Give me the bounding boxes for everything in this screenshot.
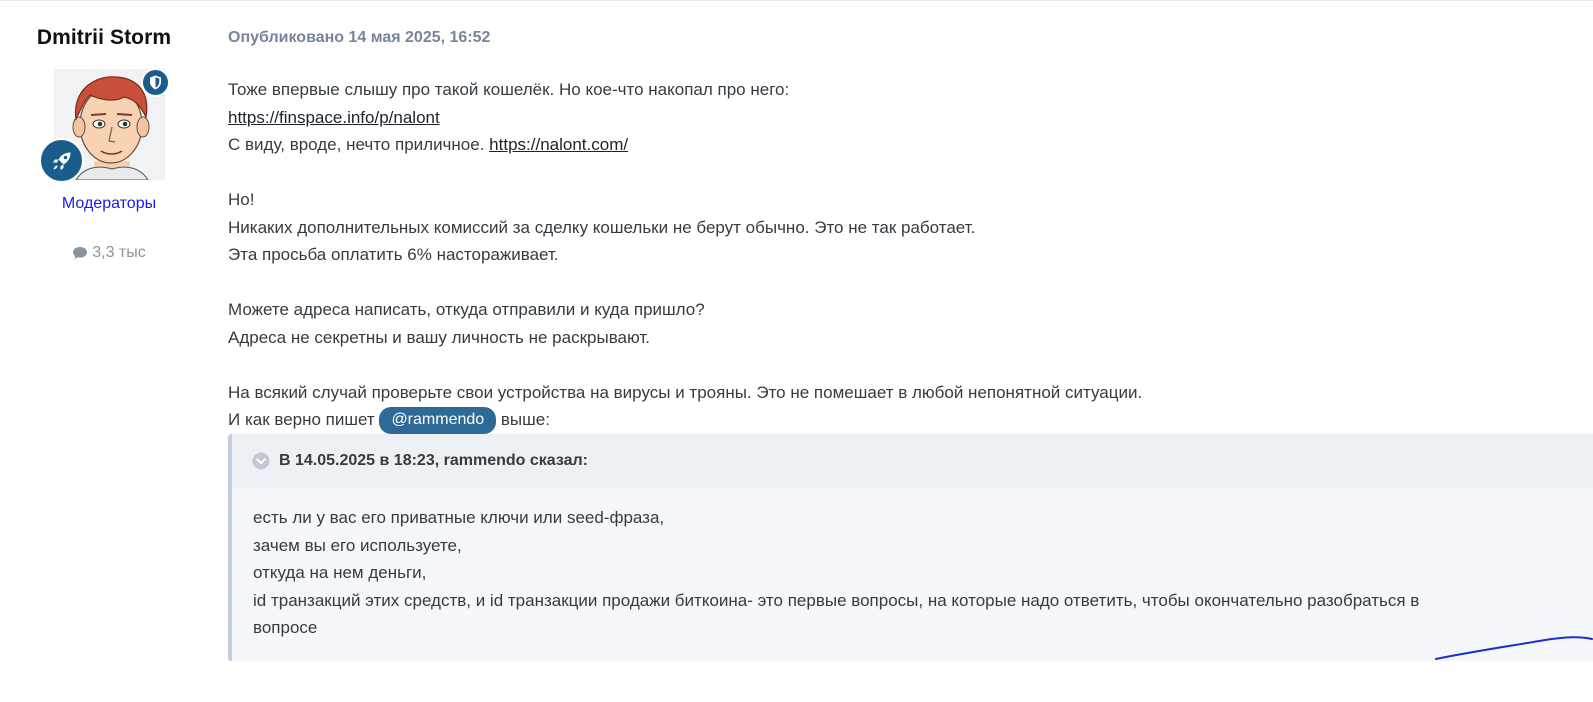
finspace-link[interactable]: https://finspace.info/p/nalont <box>228 108 440 127</box>
post-paragraph: Тоже впервые слышу про такой кошелёк. Но… <box>228 80 790 99</box>
quote-line: есть ли у вас его приватные ключи или se… <box>253 508 665 527</box>
quote-attribution: В 14.05.2025 в 18:23, rammendo сказал: <box>279 452 588 469</box>
chevron-down-circle-icon[interactable] <box>252 452 270 470</box>
post-count-value: 3,3 тыс <box>92 244 146 261</box>
rank-rocket-badge[interactable] <box>39 138 84 183</box>
nalont-link[interactable]: https://nalont.com/ <box>489 135 628 154</box>
post-paragraph: На всякий случай проверьте свои устройст… <box>228 382 1143 402</box>
moderator-shield-badge[interactable] <box>141 68 170 97</box>
quote-content: есть ли у вас его приватные ключи или se… <box>232 488 1593 642</box>
pen-scribble-mark <box>1435 636 1593 660</box>
quote-line: откуда на нем деньги, <box>253 563 427 582</box>
top-divider <box>0 0 1593 1</box>
comment-icon <box>73 247 88 259</box>
rocket-icon <box>52 152 70 170</box>
author-name[interactable]: Dmitrii Storm <box>0 26 208 50</box>
post-paragraph: Но! <box>228 190 255 209</box>
quote-line: вопросе <box>253 618 318 637</box>
post-paragraph: Адреса не секретны и вашу личность не ра… <box>228 327 651 347</box>
shield-icon <box>150 75 161 90</box>
post-paragraph: Можете адреса написать, откуда отправили… <box>228 300 705 319</box>
post-paragraph: С виду, вроде, нечто приличное. https://… <box>228 131 1588 159</box>
author-group-link[interactable]: Модераторы <box>0 195 218 213</box>
post-text: С виду, вроде, нечто приличное. <box>228 135 485 154</box>
post-published-date[interactable]: Опубликовано 14 мая 2025, 16:52 <box>228 29 490 47</box>
post-text: И как верно пишет <box>228 410 375 429</box>
quote-block: В 14.05.2025 в 18:23, rammendo сказал: е… <box>228 434 1593 661</box>
post-paragraph: Никаких дополнительных комиссий за сделк… <box>228 217 976 237</box>
author-post-count: 3,3 тыс <box>0 244 218 262</box>
post-paragraph: И как верно пишет @rammendo выше: <box>228 406 1588 435</box>
post-text: выше: <box>500 410 550 429</box>
quote-line: зачем вы его используете, <box>253 535 462 555</box>
quote-header[interactable]: В 14.05.2025 в 18:23, rammendo сказал: <box>232 434 1593 488</box>
post-body: Тоже впервые слышу про такой кошелёк. Но… <box>228 76 1588 435</box>
user-mention[interactable]: @rammendo <box>379 407 497 435</box>
post-paragraph: Эта просьба оплатить 6% настораживает. <box>228 245 559 264</box>
quote-line: id транзакций этих средств, и id транзак… <box>253 590 1420 610</box>
